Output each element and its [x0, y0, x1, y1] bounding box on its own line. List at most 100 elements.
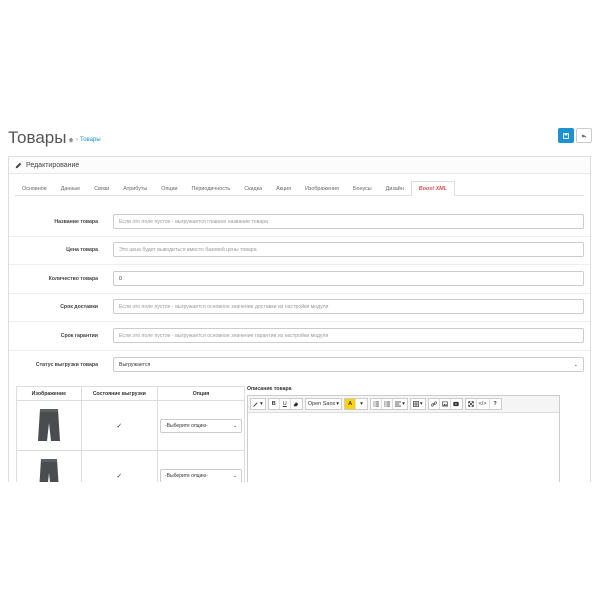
option-select[interactable]: -Выберите опцию- ⌄: [160, 418, 243, 433]
tab-data[interactable]: Данные: [54, 181, 87, 196]
toolbar-group-fontname: Open Sans ▾: [304, 398, 343, 410]
save-icon: [563, 132, 569, 139]
tab-images[interactable]: Изображения: [298, 181, 346, 196]
tab-bonuses[interactable]: Бонусы: [346, 181, 379, 196]
warranty-input[interactable]: Если это поле пустое - выгружается основ…: [113, 328, 584, 343]
export-status-cell[interactable]: ✓: [80, 450, 159, 482]
form-row-name: Название товара Если это поле пустое - в…: [9, 209, 590, 237]
form-row-status: Статус выгрузки товара Выгружается ⌄: [9, 352, 590, 380]
tab-recurring[interactable]: Периодичность: [185, 181, 238, 196]
panel-title: Редактирование: [26, 161, 80, 169]
header-buttons: [558, 128, 592, 143]
unordered-list-button[interactable]: [382, 399, 394, 409]
tab-bar: Основное Данные Связи Атрибуты Опции Пер…: [15, 181, 584, 196]
eraser-button[interactable]: [291, 399, 302, 409]
option-select-value: -Выберите опцию-: [165, 472, 208, 479]
form-row-quantity: Количество товара 0: [9, 266, 590, 294]
tab-special[interactable]: Акция: [269, 181, 298, 196]
link-icon: [430, 401, 437, 407]
video-button[interactable]: [451, 399, 462, 409]
home-icon[interactable]: [68, 137, 74, 143]
help-button[interactable]: ?: [490, 399, 501, 409]
status-select[interactable]: Выгружается ⌄: [113, 357, 584, 372]
caret-icon: ▾: [419, 401, 423, 407]
toolbar-group-font: B U: [267, 398, 303, 410]
question-icon: ?: [493, 401, 497, 407]
font-family-label: Open Sans: [307, 401, 336, 407]
caret-icon: ▾: [336, 401, 340, 407]
product-thumbnail: [30, 454, 67, 482]
bold-icon: B: [271, 401, 276, 407]
tab-design[interactable]: Дизайн: [379, 181, 411, 196]
breadcrumb-separator: ›: [76, 137, 78, 143]
form-row-price: Цена товара Это цена будет выводиться вм…: [9, 237, 590, 265]
name-label: Название товара: [54, 219, 98, 225]
export-status-cell[interactable]: ✓: [80, 400, 159, 451]
chevron-down-icon: ⌄: [573, 361, 578, 368]
fullscreen-button[interactable]: [466, 399, 477, 409]
toolbar-group-view: </> ?: [464, 398, 502, 410]
quantity-input[interactable]: 0: [113, 271, 584, 286]
ordered-list-button[interactable]: [371, 399, 383, 409]
tab-options[interactable]: Опции: [154, 181, 184, 196]
product-thumbnail: [30, 404, 67, 447]
editor-content-area[interactable]: [248, 413, 559, 482]
page-title: Товары: [8, 128, 67, 147]
style-button[interactable]: ▾: [251, 399, 265, 409]
chevron-down-icon: ⌄: [232, 472, 238, 479]
caret-icon: ▾: [402, 401, 405, 407]
toolbar-group-style: ▾: [250, 398, 266, 410]
column-header-image: Изображение: [16, 386, 82, 401]
form-row-delivery: Срок доставки Если это поле пустое - выг…: [9, 294, 590, 322]
magic-wand-icon: [253, 401, 259, 407]
toolbar-group-table: ▾: [409, 398, 426, 410]
caret-icon: ▾: [360, 401, 363, 407]
code-icon: </>: [478, 401, 487, 407]
bold-button[interactable]: B: [269, 399, 280, 409]
back-button[interactable]: [576, 128, 592, 143]
panel-heading: Редактирование: [9, 157, 590, 174]
warranty-label: Срок гарантии: [60, 333, 98, 339]
text-color-icon: A: [348, 401, 353, 407]
table-row: ✓ -Выберите опцию- ⌄: [16, 450, 245, 482]
tab-boost-xml[interactable]: Boost XML: [410, 181, 455, 196]
description-editor: ▾ B U Open Sans ▾ A ▾ ▾ ▾ </> ?: [247, 395, 560, 482]
price-input[interactable]: Это цена будет выводиться вместо базовой…: [113, 242, 584, 257]
reply-icon: [581, 133, 587, 138]
option-select[interactable]: -Выберите опцию- ⌄: [160, 468, 243, 482]
table-button[interactable]: ▾: [411, 399, 425, 409]
column-header-status: Состояние выгрузки: [80, 386, 159, 401]
caret-icon: ▾: [260, 401, 263, 407]
underline-button[interactable]: U: [280, 399, 291, 409]
align-button[interactable]: ▾: [393, 399, 407, 409]
color-caret-button[interactable]: ▾: [356, 399, 367, 409]
tab-discount[interactable]: Скидка: [237, 181, 269, 196]
toolbar-group-insert: [427, 398, 463, 410]
table-icon: [412, 401, 419, 407]
underline-icon: U: [282, 401, 287, 407]
chevron-down-icon: ⌄: [232, 422, 238, 429]
tab-attributes[interactable]: Атрибуты: [116, 181, 154, 196]
table-row: ✓ -Выберите опцию- ⌄: [16, 400, 245, 451]
tab-main[interactable]: Основное: [15, 181, 54, 196]
save-button[interactable]: [558, 128, 574, 143]
font-family-button[interactable]: Open Sans ▾: [306, 399, 341, 409]
align-left-icon: [395, 401, 402, 407]
image-button[interactable]: [440, 399, 451, 409]
product-image-cell: [16, 450, 82, 482]
name-input[interactable]: Если это поле пустое - выгружается главн…: [113, 214, 584, 229]
product-image-cell: [16, 400, 82, 451]
breadcrumb: › Товары: [68, 137, 101, 143]
unordered-list-icon: [384, 401, 391, 407]
form-row-warranty: Срок гарантии Если это поле пустое - выг…: [9, 323, 590, 351]
option-select-value: -Выберите опцию-: [165, 422, 208, 429]
breadcrumb-link[interactable]: Товары: [80, 137, 101, 143]
code-view-button[interactable]: </>: [477, 399, 490, 409]
delivery-label: Срок доставки: [60, 304, 98, 310]
option-cell: -Выберите опцию- ⌄: [157, 400, 245, 451]
text-color-button[interactable]: A: [345, 399, 357, 409]
tab-links[interactable]: Связи: [87, 181, 116, 196]
eraser-icon: [293, 402, 299, 407]
link-button[interactable]: [429, 399, 440, 409]
delivery-input[interactable]: Если это поле пустое - выгружается основ…: [113, 299, 584, 314]
